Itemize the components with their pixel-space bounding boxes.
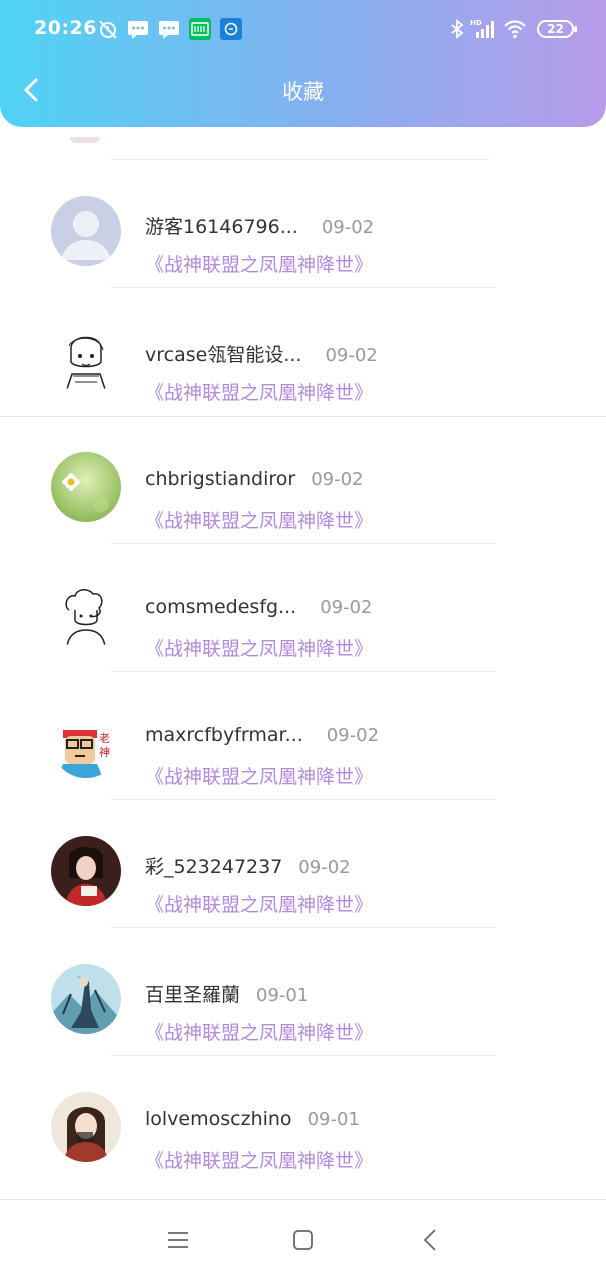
- status-bar: 20:26 HD 22: [0, 0, 606, 60]
- message-icon: [127, 18, 149, 40]
- item-header: comsmedesfg... 09-02: [145, 596, 373, 618]
- item-header: maxrcfbyfrmar... 09-02: [145, 724, 379, 746]
- svg-text:HD: HD: [470, 19, 482, 27]
- avatar: [51, 196, 121, 266]
- avatar: [51, 836, 121, 906]
- date: 09-01: [256, 985, 309, 1006]
- alarm-off-icon: [97, 18, 119, 40]
- svg-text:老: 老: [99, 732, 110, 745]
- list-item[interactable]: vrcase瓴智能设... 09-02 《战神联盟之凤凰神降世》: [0, 288, 606, 416]
- status-time: 20:26: [34, 17, 97, 39]
- date: 09-02: [321, 217, 375, 238]
- iqiyi-app-icon: [189, 18, 211, 40]
- date: 09-01: [307, 1109, 360, 1130]
- home-button[interactable]: [288, 1225, 318, 1255]
- item-header: 彩_523247237 09-02: [145, 852, 351, 879]
- favorites-list[interactable]: 游客16146796... 09-02 《战神联盟之凤凰神降世》 vrcase瓴智…: [0, 127, 606, 1199]
- avatar: [51, 452, 121, 522]
- username: lolvemosczhino: [145, 1108, 292, 1130]
- system-nav-bar: [0, 1199, 606, 1280]
- list-item[interactable]: 百里圣羅蘭 09-01 《战神联盟之凤凰神降世》: [0, 928, 606, 1056]
- title-link[interactable]: 《战神联盟之凤凰神降世》: [145, 506, 373, 533]
- avatar: [51, 1092, 121, 1162]
- title-link[interactable]: 《战神联盟之凤凰神降世》: [145, 1018, 373, 1045]
- home-icon: [293, 1230, 313, 1250]
- message-icon: [158, 18, 180, 40]
- list-item[interactable]: chbrigstiandiror 09-02 《战神联盟之凤凰神降世》: [0, 416, 606, 544]
- avatar: [51, 964, 121, 1034]
- app-header: 20:26 HD 22 收藏: [0, 0, 606, 127]
- list-item[interactable]: 彩_523247237 09-02 《战神联盟之凤凰神降世》: [0, 800, 606, 928]
- username: 彩_523247237: [145, 856, 283, 878]
- title-link[interactable]: 《战神联盟之凤凰神降世》: [145, 250, 373, 277]
- date: 09-02: [320, 597, 373, 618]
- avatar: [51, 324, 121, 394]
- date: 09-02: [326, 725, 380, 746]
- username: comsmedesfg...: [145, 596, 297, 618]
- title-link[interactable]: 《战神联盟之凤凰神降世》: [145, 634, 373, 661]
- date: 09-02: [311, 469, 364, 490]
- title-link[interactable]: 《战神联盟之凤凰神降世》: [145, 1146, 373, 1173]
- username: maxrcfbyfrmar...: [145, 724, 303, 746]
- item-header: chbrigstiandiror 09-02: [145, 468, 364, 490]
- username: 百里圣羅蘭: [145, 984, 241, 1006]
- title-link[interactable]: 《战神联盟之凤凰神降世》: [145, 762, 373, 789]
- list-item[interactable]: lolvemosczhino 09-01 《战神联盟之凤凰神降世》: [0, 1056, 606, 1184]
- list-item[interactable]: 老神 maxrcfbyfrmar... 09-02 《战神联盟之凤凰神降世》: [0, 672, 606, 800]
- date: 09-02: [325, 345, 378, 366]
- battery-icon: 22: [537, 20, 577, 38]
- hd-signal-icon: HD: [470, 18, 496, 40]
- item-header: 游客16146796... 09-02: [145, 212, 374, 239]
- bluetooth-icon: [446, 18, 468, 40]
- item-header: lolvemosczhino 09-01: [145, 1108, 360, 1130]
- username: 游客16146796...: [145, 216, 298, 238]
- svg-text:神: 神: [99, 745, 110, 759]
- list-item[interactable]: 游客16146796... 09-02 《战神联盟之凤凰神降世》: [0, 160, 606, 288]
- username: vrcase瓴智能设...: [145, 344, 302, 366]
- menu-button[interactable]: [163, 1225, 193, 1255]
- page-title: 收藏: [282, 80, 324, 104]
- title-link[interactable]: 《战神联盟之凤凰神降世》: [145, 378, 373, 405]
- avatar: 老神: [51, 708, 121, 778]
- avatar: [51, 580, 121, 650]
- system-back-button[interactable]: [416, 1225, 446, 1255]
- back-icon: [423, 1229, 436, 1251]
- avatar: [70, 137, 100, 143]
- list-item[interactable]: comsmedesfg... 09-02 《战神联盟之凤凰神降世》: [0, 544, 606, 672]
- username: chbrigstiandiror: [145, 468, 296, 490]
- wifi-icon: [503, 18, 527, 40]
- item-header: 百里圣羅蘭 09-01: [145, 980, 308, 1007]
- title-link[interactable]: 《战神联盟之凤凰神降世》: [145, 890, 373, 917]
- menu-icon: [168, 1232, 188, 1248]
- app-icon: [220, 18, 242, 40]
- date: 09-02: [298, 857, 351, 878]
- item-header: vrcase瓴智能设... 09-02: [145, 340, 378, 367]
